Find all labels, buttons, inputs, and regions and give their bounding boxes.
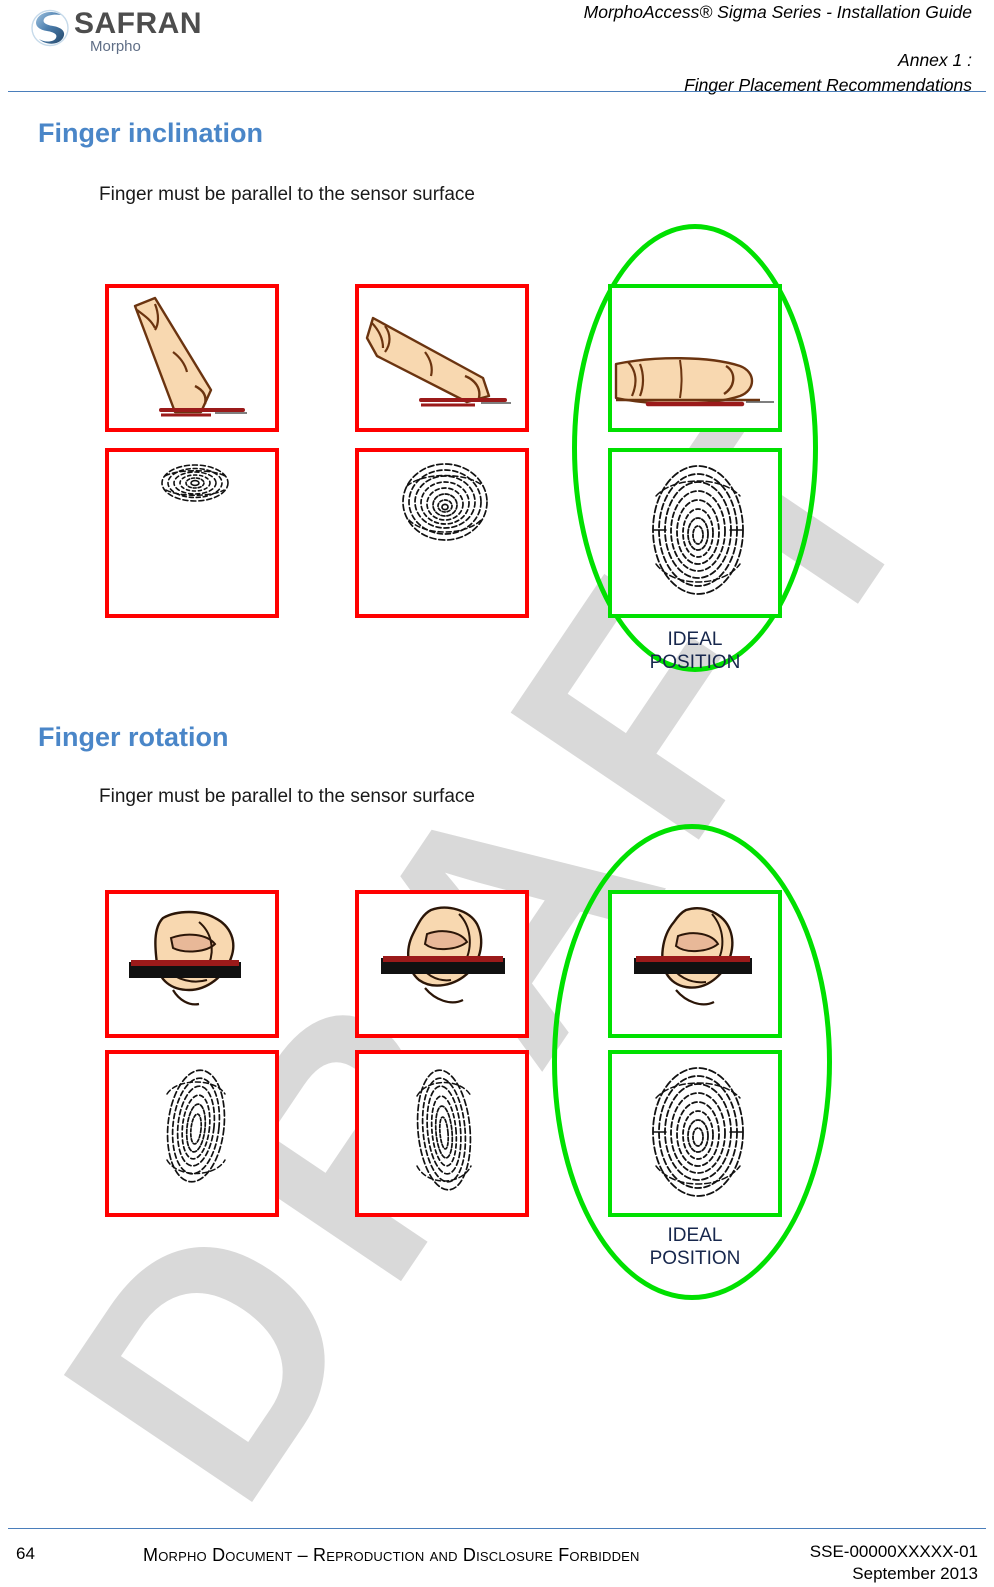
finger-flat-parallel-icon (614, 346, 780, 424)
finger-rotated-right-icon (365, 900, 525, 1032)
print-panel-rotation-1 (105, 1050, 279, 1217)
print-panel-inclination-ideal (608, 448, 782, 618)
pose-panel-rotation-2 (355, 890, 529, 1038)
page-header: SAFRAN Morpho MorphoAccess® Sigma Series… (0, 0, 994, 95)
ideal-label-line1: IDEAL (667, 1225, 723, 1246)
pose-panel-inclination-2 (355, 284, 529, 432)
logo-subbrand-text: Morpho (90, 38, 141, 55)
small-smudged-fingerprint-icon (157, 458, 233, 508)
ideal-label-line2: POSITION (649, 652, 741, 673)
header-annex-subtitle: Finger Placement Recommendations (684, 75, 972, 95)
finger-steeply-inclined-icon (115, 294, 275, 428)
ideal-position-label-inclination: IDEAL POSITION (608, 628, 782, 674)
finger-slightly-inclined-icon (363, 304, 527, 422)
pose-panel-inclination-1 (105, 284, 279, 432)
finger-aligned-straight-icon (620, 900, 776, 1032)
section-body-finger-inclination: Finger must be parallel to the sensor su… (99, 184, 475, 205)
footer-confidentiality-notice: Morpho Document – Reproduction and Discl… (143, 1545, 640, 1565)
pose-panel-rotation-1 (105, 890, 279, 1038)
medium-fingerprint-icon (397, 456, 493, 548)
print-panel-rotation-ideal (608, 1050, 782, 1217)
footer-document-date: September 2013 (852, 1564, 978, 1583)
print-panel-rotation-2 (355, 1050, 529, 1217)
pose-panel-inclination-ideal (608, 284, 782, 432)
section-body-finger-rotation: Finger must be parallel to the sensor su… (99, 786, 475, 807)
document-page: DRAFT SAFRAN Morpho (0, 0, 994, 1587)
narrow-fingerprint-right-icon (409, 1062, 479, 1202)
footer-document-reference: SSE-00000XXXXX-01 (809, 1542, 978, 1561)
print-panel-inclination-1 (105, 448, 279, 618)
safran-swirl-icon (28, 6, 72, 50)
header-document-title: MorphoAccess® Sigma Series - Installatio… (583, 2, 972, 22)
narrow-fingerprint-left-icon (161, 1064, 231, 1194)
pose-panel-rotation-ideal (608, 890, 782, 1038)
section-heading-finger-inclination: Finger inclination (38, 118, 264, 148)
full-fingerprint-icon (648, 460, 748, 608)
safran-morpho-logo: SAFRAN Morpho (28, 4, 203, 60)
header-annex-label: Annex 1 : (898, 50, 972, 70)
ideal-label-line2: POSITION (649, 1248, 741, 1269)
full-fingerprint-icon (648, 1062, 748, 1208)
section-heading-finger-rotation: Finger rotation (38, 722, 229, 752)
ideal-label-line1: IDEAL (667, 629, 723, 650)
logo-brand-text: SAFRAN (74, 7, 202, 40)
header-divider (8, 91, 986, 92)
footer-divider (8, 1528, 986, 1529)
footer-page-number: 64 (16, 1544, 35, 1563)
ideal-position-label-rotation: IDEAL POSITION (608, 1224, 782, 1270)
print-panel-inclination-2 (355, 448, 529, 618)
finger-rotated-left-icon (115, 904, 275, 1030)
